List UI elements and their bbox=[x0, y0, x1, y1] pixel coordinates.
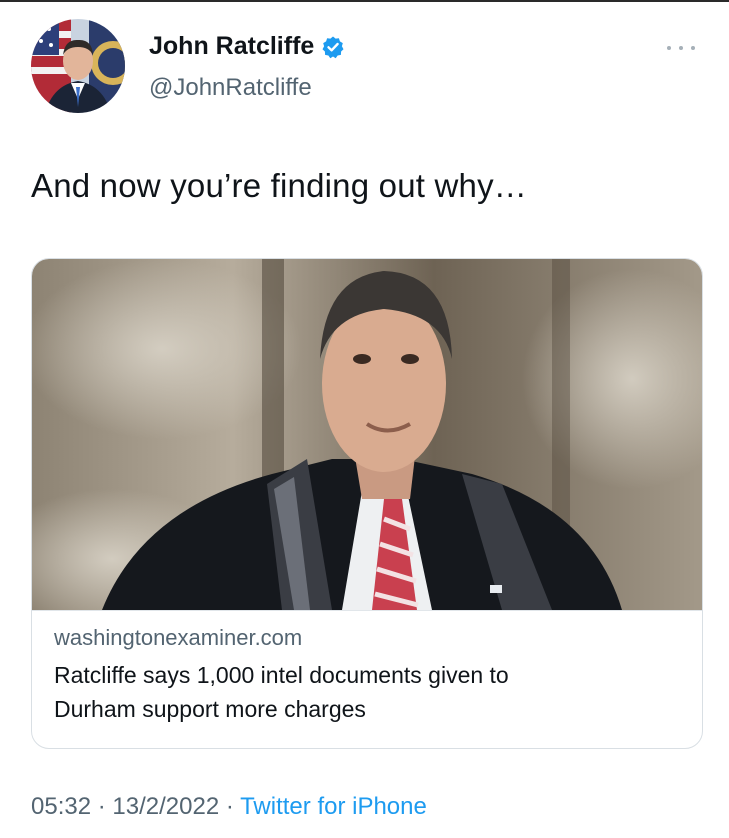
link-preview-card[interactable]: washingtonexaminer.com Ratcliffe says 1,… bbox=[31, 258, 703, 749]
author-display-name[interactable]: John Ratcliffe bbox=[149, 32, 314, 61]
card-domain: washingtonexaminer.com bbox=[54, 625, 303, 650]
card-image bbox=[32, 259, 702, 611]
more-dot bbox=[679, 46, 683, 50]
card-title-line: Durham support more charges bbox=[54, 696, 366, 722]
meta-separator: · bbox=[225, 793, 234, 820]
more-dot bbox=[667, 46, 671, 50]
author-handle[interactable]: @JohnRatcliffe bbox=[149, 74, 312, 102]
tweet-meta: 05:32 · 13/2/2022 · Twitter for iPhone bbox=[31, 793, 427, 821]
tweet-date[interactable]: 13/2/2022 bbox=[112, 793, 219, 820]
more-dot bbox=[691, 46, 695, 50]
avatar-image bbox=[31, 19, 125, 113]
tweet-time[interactable]: 05:32 bbox=[31, 793, 91, 820]
author-name-row: John Ratcliffe bbox=[149, 32, 345, 61]
meta-separator: · bbox=[97, 793, 106, 820]
tweet-container: John Ratcliffe @JohnRatcliffe And now yo… bbox=[0, 0, 729, 838]
more-options-icon[interactable] bbox=[667, 40, 695, 56]
verified-badge-icon bbox=[321, 35, 345, 59]
card-title: Ratcliffe says 1,000 intel documents giv… bbox=[54, 658, 684, 726]
tweet-text: And now you’re finding out why… bbox=[31, 167, 527, 204]
card-body: washingtonexaminer.com Ratcliffe says 1,… bbox=[54, 625, 684, 726]
card-title-line: Ratcliffe says 1,000 intel documents giv… bbox=[54, 662, 509, 688]
tweet-source-link[interactable]: Twitter for iPhone bbox=[240, 793, 427, 820]
author-avatar[interactable] bbox=[31, 19, 125, 113]
